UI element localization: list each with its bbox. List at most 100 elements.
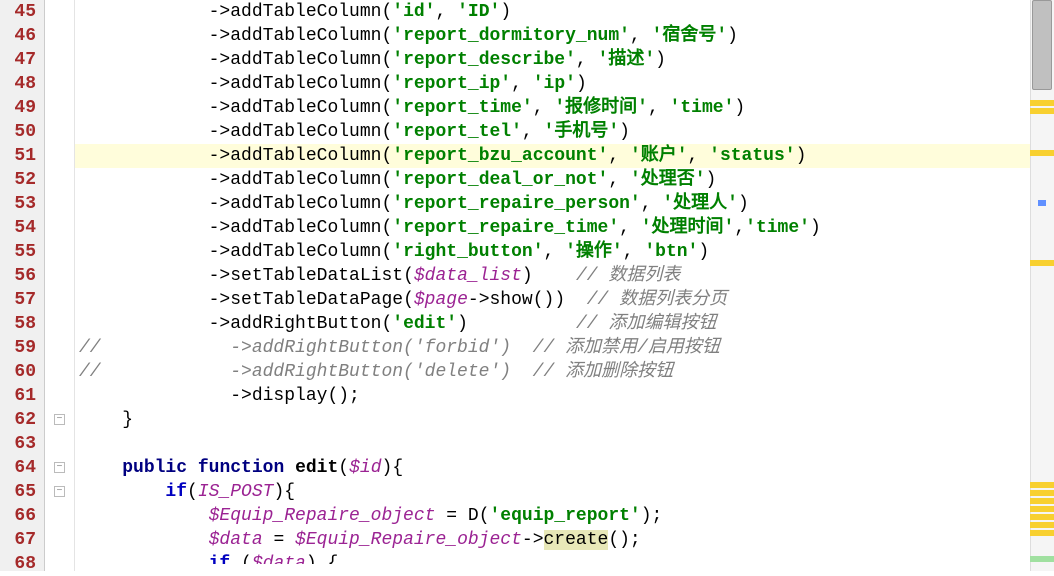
scrollbar-marker[interactable] [1030,556,1054,562]
code-line[interactable]: ->addTableColumn('report_bzu_account', '… [75,144,1054,168]
line-number[interactable]: 66 [4,504,36,528]
code-line[interactable]: ->addTableColumn('report_tel', '手机号') [75,120,1054,144]
token: (); [608,530,640,550]
token: ) [698,242,709,262]
line-number[interactable]: 62 [4,408,36,432]
token: ( [381,98,392,118]
code-line[interactable] [75,432,1054,456]
code-line[interactable]: ->addTableColumn('report_time', '报修时间', … [75,96,1054,120]
scrollbar-marker[interactable] [1038,200,1046,206]
token: show [490,290,533,310]
code-line[interactable]: ->addTableColumn('report_repaire_person'… [75,192,1054,216]
line-number[interactable]: 55 [4,240,36,264]
code-area[interactable]: ->addTableColumn('id', 'ID') ->addTableC… [75,0,1054,571]
line-number[interactable]: 48 [4,72,36,96]
line-number[interactable]: 61 [4,384,36,408]
code-line[interactable]: ->setTableDataList($data_list) // 数据列表 [75,264,1054,288]
scrollbar-marker[interactable] [1030,482,1054,488]
line-number[interactable]: 63 [4,432,36,456]
token: 'status' [709,146,795,166]
line-number[interactable]: 51 [4,144,36,168]
line-number[interactable]: 58 [4,312,36,336]
line-number[interactable]: 60 [4,360,36,384]
fold-toggle-icon[interactable]: − [54,462,65,473]
token: 'report_deal_or_not' [392,170,608,190]
code-line[interactable]: ->addTableColumn('report_repaire_time', … [75,216,1054,240]
token: , [544,242,566,262]
token: $Equip_Repaire_object [295,530,522,550]
line-number[interactable]: 64 [4,456,36,480]
token: '描述' [598,50,656,70]
code-line[interactable]: public function edit($id){ [75,456,1054,480]
fold-toggle-icon[interactable]: − [54,486,65,497]
scrollbar-marker[interactable] [1030,108,1054,114]
scrollbar-marker[interactable] [1030,498,1054,504]
token: '账户' [630,146,688,166]
line-number[interactable]: 52 [4,168,36,192]
scrollbar-marker[interactable] [1030,506,1054,512]
code-line[interactable]: $Equip_Repaire_object = D('equip_report'… [75,504,1054,528]
scrollbar-marker[interactable] [1030,260,1054,266]
token: , [648,98,670,118]
line-number[interactable]: 56 [4,264,36,288]
line-number[interactable]: 59 [4,336,36,360]
scrollbar-marker[interactable] [1030,100,1054,106]
code-line[interactable]: ->setTableDataPage($page->show()) // 数据列… [75,288,1054,312]
token: ()) [533,290,587,310]
scrollbar-marker[interactable] [1030,150,1054,156]
token: addTableColumn [230,50,381,70]
token: 'report_describe' [392,50,576,70]
line-number[interactable]: 46 [4,24,36,48]
code-line[interactable]: ->display(); [75,384,1054,408]
token: 'report_time' [392,98,532,118]
code-line[interactable]: if ($data) { [75,552,1054,564]
code-line[interactable]: // ->addRightButton('delete') // 添加删除按钮 [75,360,1054,384]
line-number[interactable]: 50 [4,120,36,144]
code-line[interactable]: if(IS_POST){ [75,480,1054,504]
token: -> [468,290,490,310]
token: // 数据列表分页 [587,290,727,310]
code-line[interactable]: } [75,408,1054,432]
line-number[interactable]: 68 [4,552,36,564]
line-number[interactable]: 49 [4,96,36,120]
line-number[interactable]: 45 [4,0,36,24]
code-line[interactable]: // ->addRightButton('forbid') // 添加禁用/启用… [75,336,1054,360]
line-number[interactable]: 47 [4,48,36,72]
line-number[interactable]: 65 [4,480,36,504]
line-gutter[interactable]: 4546474849505152535455565758596061626364… [0,0,45,571]
token: ( [381,218,392,238]
code-line[interactable]: ->addTableColumn('id', 'ID') [75,0,1054,24]
token: create [544,530,609,550]
token: // 数据列表 [576,266,680,286]
code-line[interactable]: ->addTableColumn('report_ip', 'ip') [75,72,1054,96]
token: -> [79,146,230,166]
token: , [522,122,544,142]
scrollbar-marker[interactable] [1030,530,1054,536]
token: -> [79,50,230,70]
line-number[interactable]: 67 [4,528,36,552]
code-line[interactable]: ->addTableColumn('report_dormitory_num',… [75,24,1054,48]
token: edit [295,458,338,478]
token: ( [187,482,198,502]
scrollbar-thumb[interactable] [1032,0,1052,90]
line-number[interactable]: 53 [4,192,36,216]
scrollbar-marker[interactable] [1030,490,1054,496]
token: '宿舍号' [652,26,728,46]
scrollbar-track[interactable] [1030,0,1054,571]
code-line[interactable]: ->addTableColumn('report_describe', '描述'… [75,48,1054,72]
token: , [619,218,641,238]
token: // ->addRightButton('delete') // 添加删除按钮 [79,362,673,382]
scrollbar-marker[interactable] [1030,522,1054,528]
token: = [263,530,295,550]
token: $data [209,530,263,550]
fold-toggle-icon[interactable]: − [54,414,65,425]
token: ( [381,26,392,46]
scrollbar-marker[interactable] [1030,514,1054,520]
line-number[interactable]: 57 [4,288,36,312]
fold-column[interactable]: − − − [45,0,75,571]
code-line[interactable]: ->addTableColumn('right_button', '操作', '… [75,240,1054,264]
code-line[interactable]: $data = $Equip_Repaire_object->create(); [75,528,1054,552]
code-line[interactable]: ->addRightButton('edit') // 添加编辑按钮 [75,312,1054,336]
line-number[interactable]: 54 [4,216,36,240]
code-line[interactable]: ->addTableColumn('report_deal_or_not', '… [75,168,1054,192]
